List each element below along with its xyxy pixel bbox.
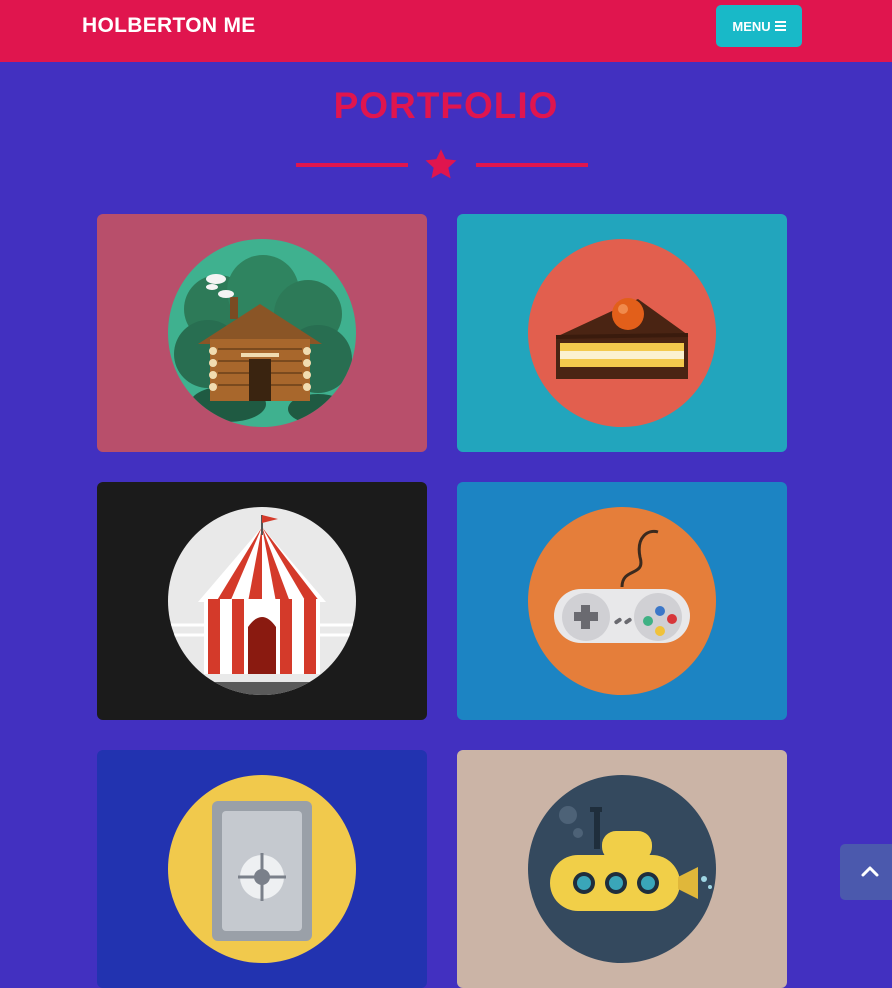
portfolio-item-circus[interactable]	[97, 482, 427, 720]
brand-link[interactable]: HOLBERTON ME	[82, 14, 256, 38]
portfolio-item-submarine[interactable]	[457, 750, 787, 988]
portfolio-item-game[interactable]	[457, 482, 787, 720]
circus-tent-icon	[168, 507, 356, 695]
scroll-top-button[interactable]	[840, 844, 892, 900]
divider-line-right	[476, 163, 588, 167]
cake-icon	[528, 239, 716, 427]
chevron-up-icon	[861, 866, 879, 877]
title-divider	[296, 146, 588, 184]
portfolio-title: PORTFOLIO	[333, 85, 559, 126]
safe-icon	[168, 775, 356, 963]
navbar: HOLBERTON ME MENU	[0, 0, 892, 62]
cabin-icon	[168, 239, 356, 427]
portfolio-item-cake[interactable]	[457, 214, 787, 452]
game-controller-icon	[528, 507, 716, 695]
star-icon	[425, 149, 457, 179]
portfolio-item-cabin[interactable]	[97, 214, 427, 452]
menu-label: MENU	[732, 18, 771, 34]
divider-line-left	[296, 163, 408, 167]
menu-button[interactable]: MENU	[716, 5, 802, 47]
bars-icon	[774, 19, 786, 33]
portfolio-item-safe[interactable]	[97, 750, 427, 988]
submarine-icon	[528, 775, 716, 963]
